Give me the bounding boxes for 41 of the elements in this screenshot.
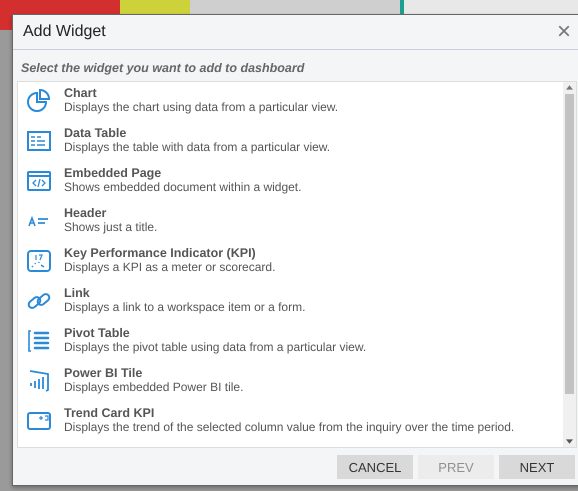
scrollbar-thumb[interactable] [565,94,574,394]
widget-item[interactable]: Trend Card KPI Displays the trend of the selected column value from the inquiry over the time period. [26,406,563,446]
widget-description: Displays embedded Power BI tile. [64,380,244,394]
widget-description: Displays the trend of the selected column value from the inquiry over the time period. [64,420,514,434]
widget-description: Displays a link to a workspace item or a form. [64,300,306,314]
widget-name: Data Table [64,126,128,140]
widget-item[interactable]: Data Table Displays the table with data from a particular view. [26,126,563,166]
widget-name: Power BI Tile [64,366,144,380]
widget-name: Trend Card KPI [64,406,156,420]
widget-item[interactable]: Power BI Tile Displays embedded Power BI tile. [26,366,563,406]
widget-item[interactable]: Header Shows just a title. [26,206,563,246]
widget-name: Pivot Table [64,326,131,340]
embed-widget-icon [26,168,52,194]
dialog-button[interactable]: NEXT [499,455,575,479]
chart-widget-icon [26,88,52,114]
scroll-down-icon[interactable] [566,439,573,445]
widget-name: Header [64,206,108,220]
widget-name: Embedded Page [64,166,162,180]
widget-description: Displays the table with data from a particular view. [64,140,330,154]
widget-item[interactable]: Link Displays a link to a workspace item or a form. [26,286,563,326]
widget-description: Displays the pivot table using data from a particular view. [64,340,366,354]
widget-name: Key Performance Indicator (KPI) [64,246,257,260]
widget-name: Chart [64,86,98,100]
pivot-widget-icon [26,328,52,354]
widget-description: Shows just a title. [64,220,158,234]
scrollbar[interactable] [563,82,576,447]
widget-item[interactable]: Pivot Table Displays the pivot table using data from a particular view. [26,326,563,366]
widget-description: Shows embedded document within a widget. [64,180,302,194]
instruction-text: Select the widget you want to add to dashboard [20,60,306,77]
table-widget-icon [26,128,52,154]
dialog-button[interactable]: CANCEL [337,455,413,479]
dialog-title: Add Widget [23,23,106,41]
scroll-up-icon[interactable] [566,84,573,90]
close-button[interactable]: × [556,20,571,44]
widget-item[interactable]: Embedded Page Shows embedded document within a widget. [26,166,563,206]
widget-name: Link [64,286,91,300]
widget-description: Displays the chart using data from a particular view. [64,100,338,114]
widget-description: Displays a KPI as a meter or scorecard. [64,260,276,274]
kpi-widget-icon [26,248,52,274]
widget-item[interactable]: Chart Displays the chart using data from a particular view. [26,86,563,126]
widget-item[interactable]: Key Performance Indicator (KPI) Displays a KPI as a meter or scorecard. [26,246,563,286]
